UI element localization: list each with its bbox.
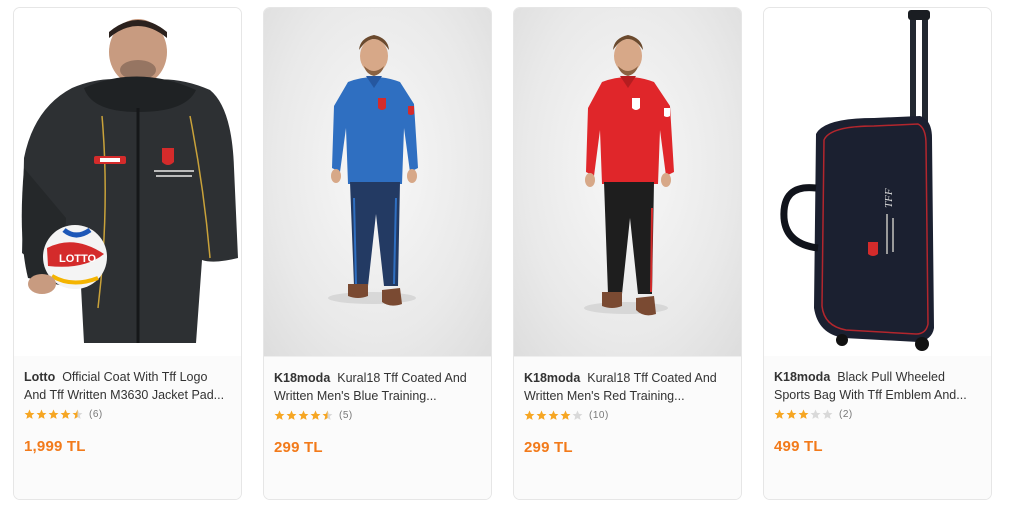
product-info: Lotto Official Coat With Tff Logo And Tf…	[14, 356, 241, 499]
product-price: 1,999 TL	[24, 438, 86, 455]
product-brand: K18moda	[274, 371, 331, 385]
review-count: (10)	[589, 409, 609, 421]
star-icon	[822, 409, 833, 419]
star-rating	[274, 410, 334, 421]
product-brand: K18moda	[774, 370, 831, 384]
star-rating	[774, 409, 834, 420]
star-icon	[536, 410, 547, 420]
product-rating: (2)	[774, 407, 981, 421]
product-title[interactable]: K18moda Black Pull Wheeled Sports Bag Wi…	[774, 368, 981, 404]
product-image[interactable]: TFF	[764, 8, 991, 356]
product-name: Official Coat With Tff Logo And Tff Writ…	[24, 370, 225, 402]
review-count: (2)	[839, 408, 853, 420]
star-icon	[298, 410, 309, 420]
product-price: 299 TL	[524, 439, 573, 456]
review-count: (6)	[89, 408, 103, 420]
blue-tracksuit-product-image	[328, 35, 418, 306]
star-icon	[560, 410, 571, 420]
red-top-product-image	[584, 35, 674, 316]
product-title[interactable]: Lotto Official Coat With Tff Logo And Tf…	[24, 368, 231, 404]
product-card[interactable]: K18moda Kural18 Tff Coated And Written M…	[263, 7, 492, 500]
product-rating: (10)	[524, 408, 731, 422]
star-rating	[524, 410, 584, 421]
product-grid: LOTTO Lotto Official Coat With Tff Logo …	[13, 7, 992, 500]
star-rating	[24, 409, 84, 420]
star-icon	[310, 410, 321, 420]
star-icon	[524, 410, 535, 420]
star-icon	[72, 409, 83, 419]
product-price: 499 TL	[774, 438, 823, 455]
product-title[interactable]: K18moda Kural18 Tff Coated And Written M…	[524, 369, 731, 405]
product-image[interactable]	[264, 8, 491, 357]
product-info: K18moda Black Pull Wheeled Sports Bag Wi…	[764, 356, 991, 499]
product-image[interactable]	[514, 8, 741, 357]
product-card[interactable]: TFF K18moda Black Pull Wheeled Sports Ba…	[763, 7, 992, 500]
product-brand: Lotto	[24, 370, 56, 384]
product-price: 299 TL	[274, 439, 323, 456]
product-info: K18moda Kural18 Tff Coated And Written M…	[514, 357, 741, 499]
star-icon	[60, 409, 71, 419]
product-card[interactable]: K18moda Kural18 Tff Coated And Written M…	[513, 7, 742, 500]
review-count: (5)	[339, 409, 353, 421]
star-icon	[798, 409, 809, 419]
star-icon	[322, 410, 333, 420]
star-icon	[786, 409, 797, 419]
star-icon	[572, 410, 583, 420]
star-icon	[548, 410, 559, 420]
star-icon	[48, 409, 59, 419]
star-icon	[274, 410, 285, 420]
product-image[interactable]: LOTTO	[14, 8, 241, 356]
star-icon	[810, 409, 821, 419]
star-icon	[286, 410, 297, 420]
star-icon	[36, 409, 47, 419]
product-brand: K18moda	[524, 371, 581, 385]
star-icon	[24, 409, 35, 419]
product-rating: (6)	[24, 407, 231, 421]
svg-text:TFF: TFF	[883, 188, 895, 208]
product-card[interactable]: LOTTO Lotto Official Coat With Tff Logo …	[13, 7, 242, 500]
product-title[interactable]: K18moda Kural18 Tff Coated And Written M…	[274, 369, 481, 405]
product-info: K18moda Kural18 Tff Coated And Written M…	[264, 357, 491, 499]
star-icon	[774, 409, 785, 419]
coat-product-image: LOTTO	[21, 19, 238, 343]
trolley-bag-product-image: TFF	[780, 10, 934, 351]
product-rating: (5)	[274, 408, 481, 422]
svg-text:LOTTO: LOTTO	[59, 253, 97, 265]
